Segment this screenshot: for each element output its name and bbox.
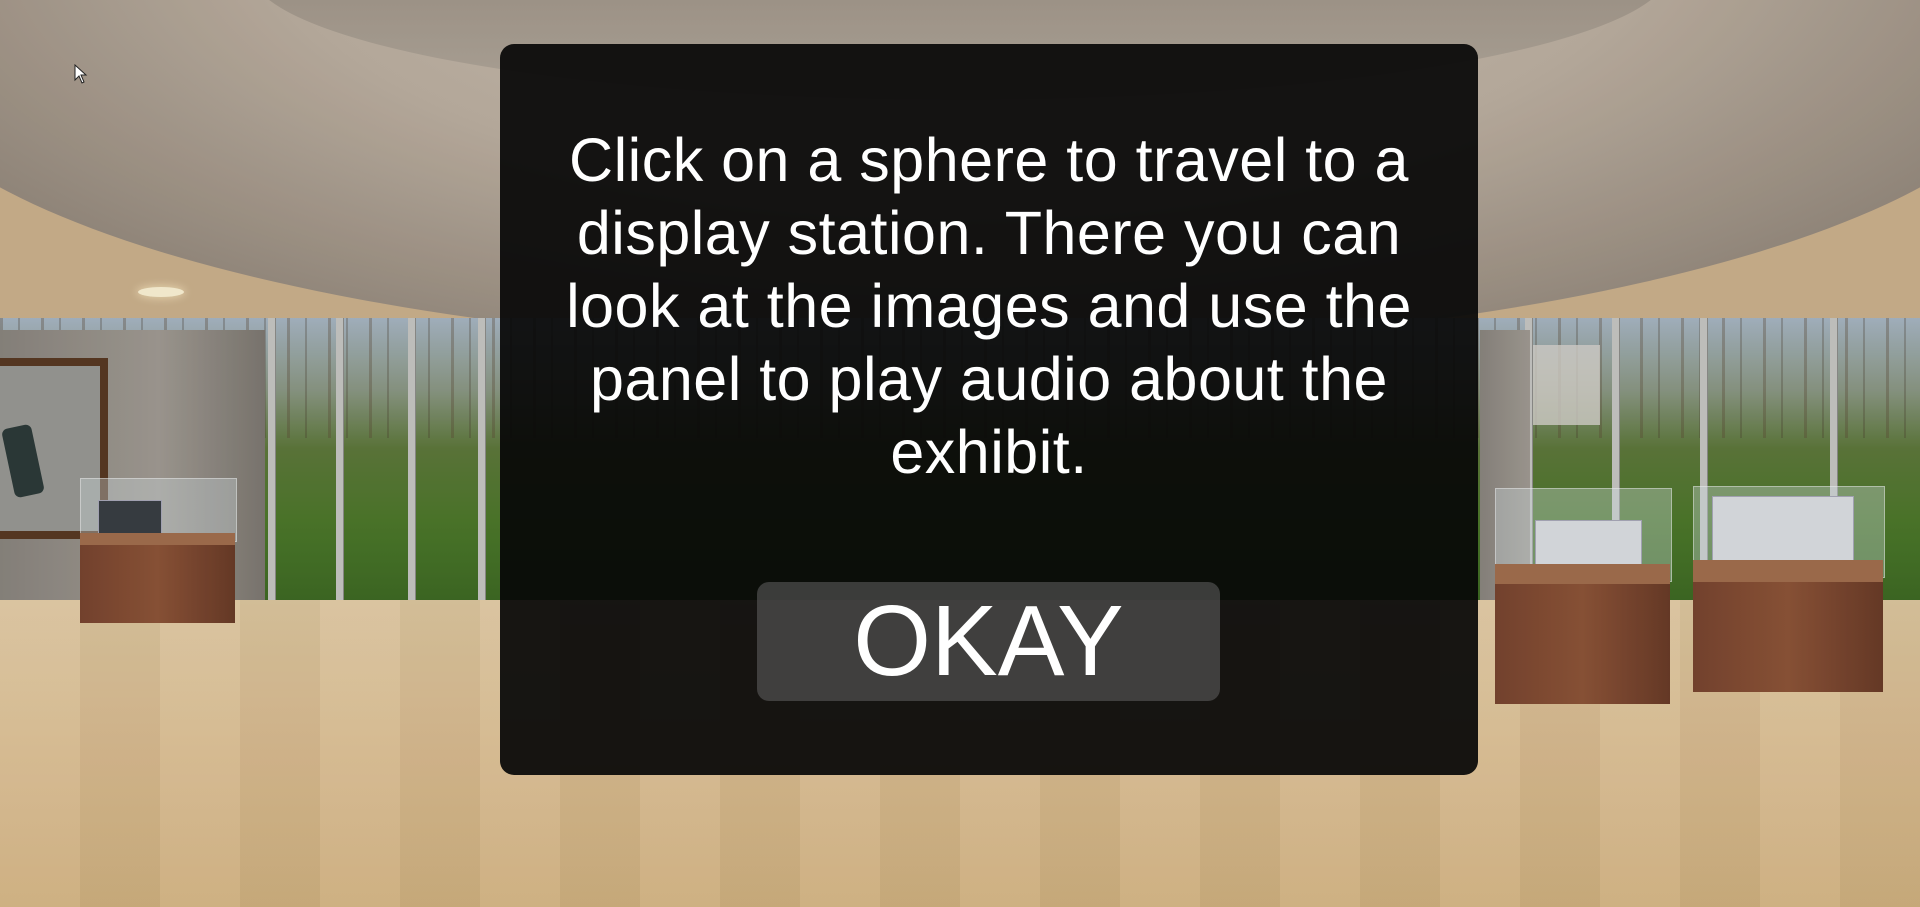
okay-button[interactable]: OKAY — [757, 582, 1220, 701]
instructions-message: Click on a sphere to travel to a display… — [566, 126, 1412, 486]
